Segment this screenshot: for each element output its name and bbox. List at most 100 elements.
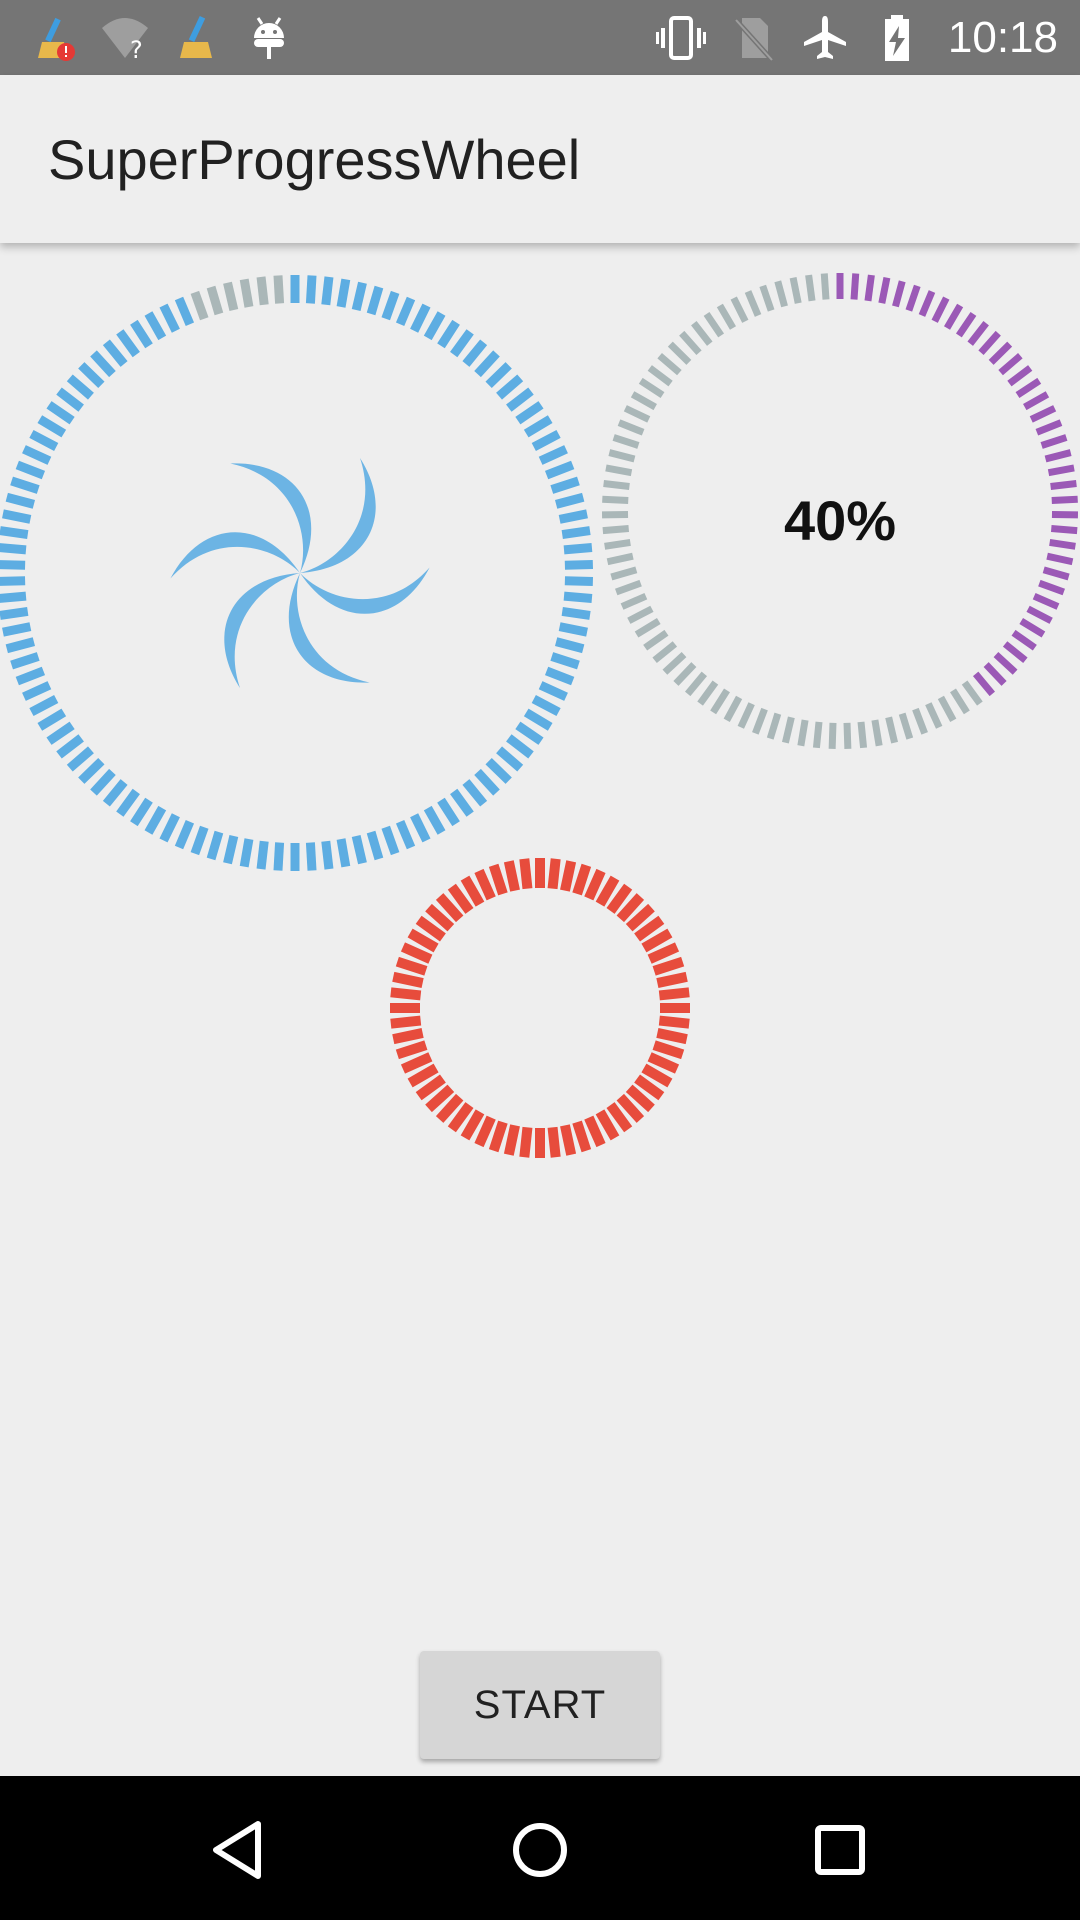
cleaner-icon <box>180 15 212 58</box>
wheel-tick <box>828 722 837 749</box>
wheel-tick <box>1035 419 1063 436</box>
wheel-tick <box>560 860 577 892</box>
wheel-tick <box>805 274 816 302</box>
wheel-tick <box>2 509 32 524</box>
wheel-tick <box>679 330 702 356</box>
wheel-tick <box>610 566 638 581</box>
wheel-tick <box>931 296 950 323</box>
wheel-tick <box>563 591 593 603</box>
wheel-tick <box>988 341 1013 365</box>
wheel-tick <box>523 415 553 438</box>
wheel-tick <box>423 805 446 835</box>
wheel-tick <box>390 1015 422 1029</box>
wheel-tick <box>116 329 140 358</box>
wheel-tick <box>239 838 254 868</box>
no-sim-icon <box>734 17 774 62</box>
wheel-tick <box>905 284 921 312</box>
home-icon[interactable] <box>500 1810 580 1890</box>
wheel-tick <box>15 460 46 480</box>
wheel-tick <box>993 652 1018 675</box>
status-right-icons: 10:18 <box>655 10 1058 65</box>
wheel-tick <box>400 942 433 964</box>
android-debug-icon <box>254 17 284 59</box>
wheel-tick <box>437 797 460 827</box>
wheel-tick <box>602 495 629 504</box>
wheel-tick <box>797 719 809 747</box>
wheel-tick <box>716 303 737 330</box>
wheel-tick <box>652 641 678 663</box>
pinwheel-blade <box>288 573 370 683</box>
wheel-tick <box>102 339 128 367</box>
wheel-tick <box>66 374 94 400</box>
wheel-tick <box>366 830 384 861</box>
wheel-tick <box>623 405 651 423</box>
wheel-tick <box>656 1028 688 1045</box>
wheel-tick <box>496 746 524 772</box>
wheel-tick <box>381 825 400 856</box>
app-title: SuperProgressWheel <box>48 128 581 191</box>
wheel-tick <box>1032 592 1060 610</box>
wheel-tick <box>450 788 474 817</box>
wheel-tick <box>206 830 224 861</box>
status-clock: 10:18 <box>947 13 1058 62</box>
wheel-tick <box>2 622 32 637</box>
back-icon[interactable] <box>200 1810 280 1890</box>
wheel-tick <box>647 365 673 387</box>
wheel-tick <box>561 526 591 540</box>
wheel-tick <box>602 525 630 535</box>
wheel-tick <box>647 942 680 964</box>
wheel-tick <box>978 330 1001 356</box>
wheel-tick <box>116 788 140 817</box>
wheel-tick <box>5 637 36 654</box>
wheel-tick <box>450 329 474 358</box>
wheel-tick <box>321 276 334 306</box>
status-bar: ? 10:18 <box>0 0 1080 75</box>
wheel-tick <box>174 819 195 850</box>
wheel-tick <box>506 734 534 759</box>
wheel-tick <box>395 1040 428 1060</box>
wheel-tick <box>130 797 153 827</box>
wheel-tick <box>46 401 75 425</box>
wheel-tick <box>898 712 914 740</box>
wheel-tick <box>10 476 40 494</box>
wheel-tick <box>496 374 524 400</box>
wheel-tick <box>78 362 105 389</box>
wheel-tick <box>752 707 768 735</box>
wheel-tick <box>547 1126 561 1158</box>
wheel-tick <box>538 681 568 701</box>
wheel-tick <box>983 662 1007 686</box>
wheel-tick <box>554 492 585 509</box>
wheel-tick <box>56 387 84 412</box>
wifi-question-icon: ? <box>102 18 148 64</box>
wheel-tick <box>759 284 775 312</box>
wheel-tick <box>0 591 27 603</box>
wheel-tick <box>634 618 661 638</box>
wheel-tick <box>1050 525 1078 535</box>
wheel-tick <box>544 666 575 686</box>
wheel-tick <box>159 813 180 843</box>
wheel-tick <box>515 401 544 425</box>
wheel-tick <box>950 688 970 715</box>
wheel-tick <box>159 303 180 333</box>
wheel-tick <box>0 576 26 586</box>
wheel-tick <box>1002 641 1028 663</box>
cleaner-alert-icon <box>38 17 75 61</box>
wheel-tick <box>544 460 575 480</box>
wheel-tick <box>572 863 592 896</box>
wheel-tick <box>395 296 416 327</box>
wheel-tick <box>1019 618 1046 638</box>
wheel-tick <box>5 492 36 509</box>
wheel-tick <box>273 275 285 304</box>
wheel-tick <box>691 321 713 346</box>
wheel-tick <box>572 1120 592 1153</box>
wheel-tick <box>22 681 52 701</box>
wheel-tick <box>273 842 285 871</box>
wheel-tick <box>943 303 964 330</box>
wheel-tick <box>531 695 561 717</box>
wheel-tick <box>400 1052 433 1074</box>
recents-icon[interactable] <box>800 1810 880 1890</box>
wheel-tick <box>223 281 239 312</box>
start-button[interactable]: START <box>420 1651 660 1759</box>
airplane-mode-icon <box>803 15 846 59</box>
wheel-tick <box>503 860 520 892</box>
